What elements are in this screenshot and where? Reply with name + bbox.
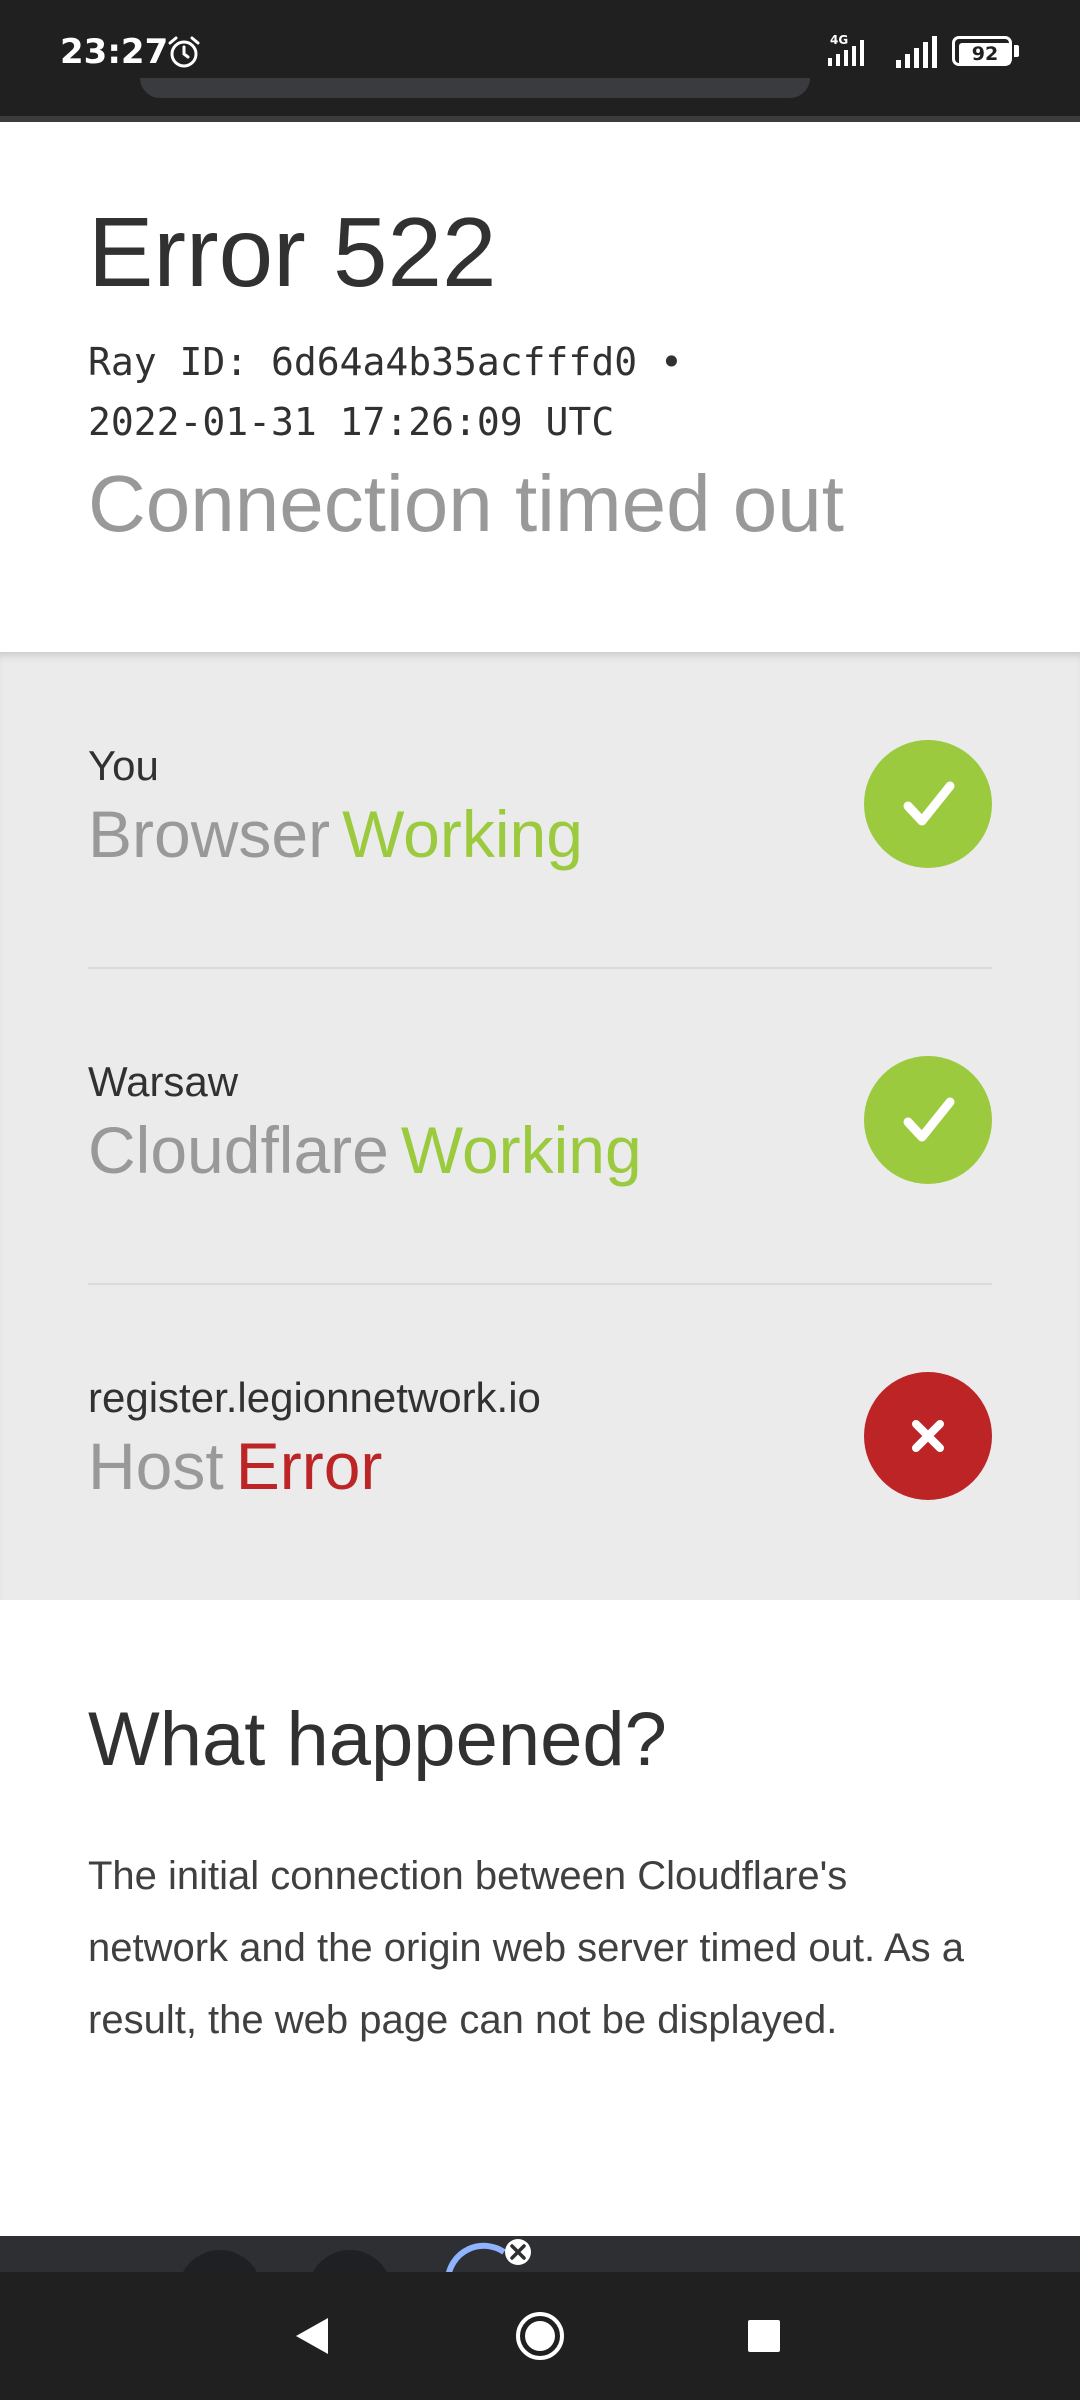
recents-icon xyxy=(748,2320,780,2352)
status-circle xyxy=(864,1056,992,1184)
status-diagram: You Browser Working Warsaw Cloudflare Work… xyxy=(0,652,1080,1600)
row-location: Warsaw xyxy=(88,1058,239,1105)
error-title: Error 522 xyxy=(88,197,497,307)
row-status-line: Host Error xyxy=(88,1426,382,1506)
status-row-browser: You Browser Working xyxy=(88,652,992,968)
toolbar-button[interactable] xyxy=(178,2250,262,2272)
signal-4g-icon: 4G xyxy=(828,33,864,66)
ray-id: Ray ID: 6d64a4b35acfffd0 • xyxy=(88,340,683,384)
status-row-host: register.legionnetwork.io Host Error xyxy=(88,1284,992,1600)
recents-button[interactable] xyxy=(734,2306,794,2366)
status-time: 23:27 xyxy=(60,32,169,72)
home-button[interactable] xyxy=(510,2306,570,2366)
system-navigation-bar xyxy=(0,2272,1080,2400)
signal-bars-icon xyxy=(896,36,937,68)
alarm-icon xyxy=(168,36,200,68)
cross-icon xyxy=(912,1420,944,1452)
status-row-cloudflare: Warsaw Cloudflare Working xyxy=(88,968,992,1284)
row-item-name: Browser xyxy=(88,797,331,871)
row-state: Error xyxy=(235,1429,383,1503)
network-type-label: 4G xyxy=(830,33,848,47)
error-timestamp: 2022-01-31 17:26:09 UTC xyxy=(88,400,615,444)
row-state: Working xyxy=(342,797,583,871)
row-location: You xyxy=(88,742,159,789)
status-bar: 23:27 4G 92 xyxy=(0,0,1080,120)
toolbar-button[interactable] xyxy=(308,2250,392,2272)
row-state: Working xyxy=(400,1113,642,1187)
status-circle xyxy=(864,740,992,868)
row-status-line: Cloudflare Working xyxy=(88,1110,642,1190)
home-icon xyxy=(516,2312,564,2360)
battery-icon: 92 xyxy=(952,36,1020,66)
what-happened-body: The initial connection between Cloudflar… xyxy=(88,1854,965,2042)
status-circle xyxy=(864,1372,992,1500)
row-item-name: Host xyxy=(88,1429,224,1503)
battery-level: 92 xyxy=(959,43,1011,65)
error-subtitle: Connection timed out xyxy=(88,459,845,548)
back-icon xyxy=(296,2318,328,2354)
browser-bottom-toolbar[interactable] xyxy=(0,2236,1080,2272)
check-icon xyxy=(903,781,955,826)
row-location: register.legionnetwork.io xyxy=(88,1374,541,1421)
row-item-name: Cloudflare xyxy=(88,1113,389,1187)
address-bar-edge xyxy=(140,78,810,98)
row-status-line: Browser Working xyxy=(88,794,583,874)
what-happened-heading: What happened? xyxy=(88,1697,667,1782)
error-header: Error 522 Ray ID: 6d64a4b35acfffd0 • 202… xyxy=(0,122,1080,652)
back-button[interactable] xyxy=(282,2306,342,2366)
vpn-icon[interactable] xyxy=(440,2238,540,2272)
check-icon xyxy=(903,1097,955,1142)
what-happened-section: What happened? The initial connection be… xyxy=(0,1600,1080,2236)
